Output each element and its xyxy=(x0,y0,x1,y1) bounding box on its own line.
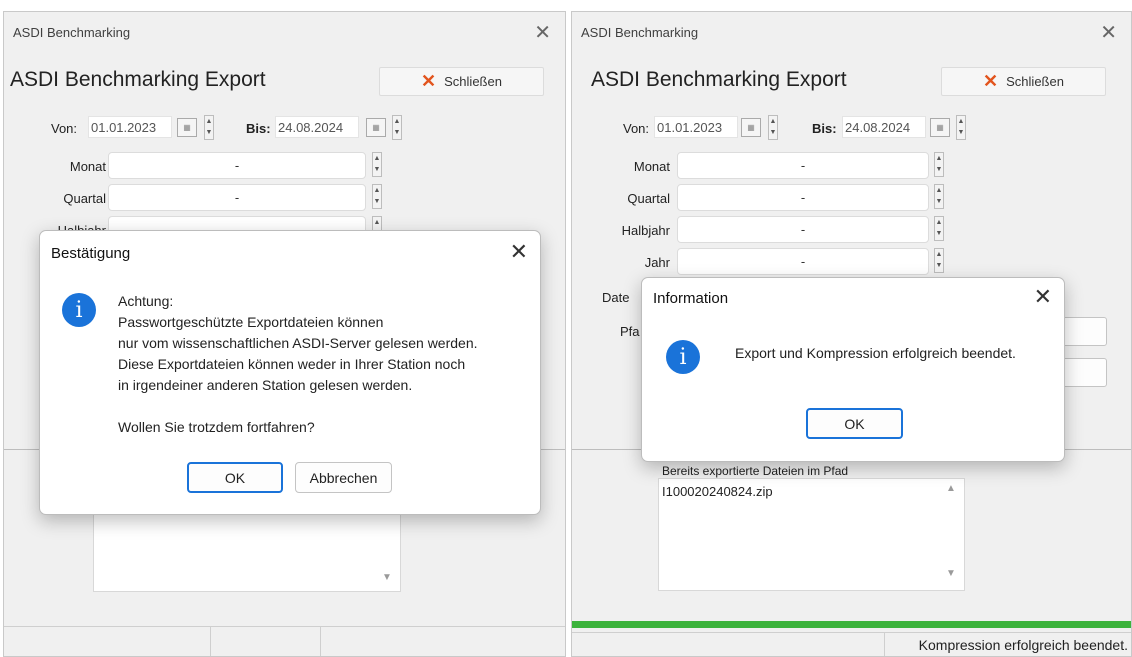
scroll-down-icon[interactable]: ▼ xyxy=(376,572,398,583)
close-button[interactable]: ✕ Schließen xyxy=(941,67,1106,96)
file-list-header: Bereits exportierte Dateien im Pfad xyxy=(662,464,849,478)
confirm-dialog: Bestätigung ✕ i Achtung: Passwortgeschüt… xyxy=(39,230,541,515)
bis-spinner[interactable]: ▲ ▼ xyxy=(392,115,402,140)
field-label-quartal: Quartal xyxy=(63,191,106,206)
quartal-field[interactable]: - xyxy=(677,184,929,211)
von-date-input[interactable]: 01.01.2023 xyxy=(88,116,172,138)
calendar-icon[interactable]: ▦ xyxy=(366,118,386,137)
calendar-icon[interactable]: ▦ xyxy=(177,118,197,137)
status-cell xyxy=(211,627,321,656)
halbjahr-spinner[interactable]: ▲▼ xyxy=(934,216,944,241)
jahr-field[interactable]: - xyxy=(677,248,929,275)
status-cell xyxy=(572,633,885,656)
von-spinner[interactable]: ▲ ▼ xyxy=(204,115,214,140)
jahr-spinner[interactable]: ▲ ▼ xyxy=(934,248,944,273)
bis-label: Bis: xyxy=(812,121,837,136)
von-spinner[interactable]: ▲ ▼ xyxy=(768,115,778,140)
close-button[interactable]: ✕ Schließen xyxy=(379,67,544,96)
window-title: ASDI Benchmarking xyxy=(13,25,131,40)
dialog-message: Achtung: Passwortgeschützte Exportdateie… xyxy=(118,293,478,435)
close-x-icon: ✕ xyxy=(421,71,437,91)
quartal-field[interactable]: - xyxy=(108,184,366,211)
bis-spinner[interactable]: ▲ ▼ xyxy=(956,115,966,140)
progress-bar xyxy=(572,621,1131,628)
monat-field[interactable]: - xyxy=(677,152,929,179)
dialog-title: Information xyxy=(653,290,729,307)
info-icon: i xyxy=(666,340,700,374)
bis-label: Bis: xyxy=(246,121,271,136)
date-label: Date xyxy=(602,290,630,305)
status-text: Kompression erfolgreich beendet. xyxy=(918,637,1128,653)
window-title: ASDI Benchmarking xyxy=(581,25,699,40)
title-bar: ASDI Benchmarking ✕ xyxy=(572,12,1131,52)
dialog-title: Bestätigung xyxy=(51,245,131,262)
info-dialog: Information ✕ i Export und Kompression e… xyxy=(641,277,1065,462)
dialog-close-icon[interactable]: ✕ xyxy=(1034,284,1052,310)
window-close-icon[interactable]: ✕ xyxy=(1100,20,1117,45)
dialog-close-icon[interactable]: ✕ xyxy=(510,239,528,265)
field-label-halbjahr: Halbjahr xyxy=(621,223,670,238)
ok-button[interactable]: OK xyxy=(187,462,283,493)
cancel-button[interactable]: Abbrechen xyxy=(295,462,392,493)
status-bar xyxy=(4,626,565,656)
info-icon: i xyxy=(62,293,96,327)
halbjahr-field[interactable]: - xyxy=(677,216,929,243)
von-label: Von: xyxy=(623,121,650,136)
ok-button[interactable]: OK xyxy=(806,408,903,439)
file-list[interactable]: I100020240824.zip xyxy=(658,478,965,591)
von-label: Von: xyxy=(51,121,78,136)
bis-date-input[interactable]: 24.08.2024 xyxy=(842,116,926,138)
page-title: ASDI Benchmarking Export xyxy=(10,68,266,91)
status-cell xyxy=(4,627,211,656)
page-title: ASDI Benchmarking Export xyxy=(591,68,847,91)
window-close-icon[interactable]: ✕ xyxy=(534,20,551,45)
scroll-up-icon[interactable]: ▲ xyxy=(940,483,962,494)
status-bar: Kompression erfolgreich beendet. xyxy=(572,632,1131,656)
field-label-jahr: Jahr xyxy=(644,255,670,270)
dialog-message: Export und Kompression erfolgreich beend… xyxy=(735,345,1016,361)
close-x-icon: ✕ xyxy=(983,71,999,91)
calendar-icon[interactable]: ▦ xyxy=(741,118,761,137)
title-bar: ASDI Benchmarking ✕ xyxy=(4,12,565,52)
field-label-monat: Monat xyxy=(633,159,670,174)
close-button-label: Schließen xyxy=(444,74,502,89)
von-date-input[interactable]: 01.01.2023 xyxy=(654,116,738,138)
monat-field[interactable]: - xyxy=(108,152,366,179)
close-button-label: Schließen xyxy=(1006,74,1064,89)
quartal-spinner[interactable]: ▲ ▼ xyxy=(372,184,382,209)
pfad-label: Pfa xyxy=(620,324,640,339)
list-item[interactable]: I100020240824.zip xyxy=(662,484,773,499)
bis-date-input[interactable]: 24.08.2024 xyxy=(275,116,359,138)
calendar-icon[interactable]: ▦ xyxy=(930,118,950,137)
field-label-monat: Monat xyxy=(69,159,106,174)
quartal-spinner[interactable]: ▲ ▼ xyxy=(934,184,944,209)
monat-spinner[interactable]: ▲ ▼ xyxy=(372,152,382,177)
field-label-quartal: Quartal xyxy=(627,191,670,206)
scroll-down-icon[interactable]: ▼ xyxy=(940,568,962,579)
monat-spinner[interactable]: ▲ ▼ xyxy=(934,152,944,177)
